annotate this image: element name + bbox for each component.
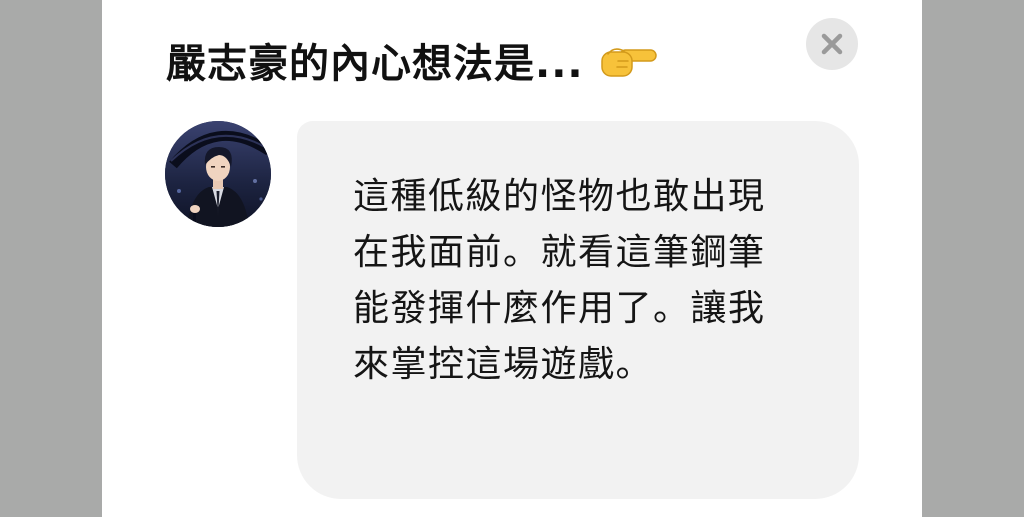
character-avatar-icon bbox=[165, 121, 271, 227]
close-icon bbox=[821, 33, 843, 55]
inner-thoughts-dialog: 嚴志豪的內心想法是... 這種低級的怪物也敢出現在我面前。就看這筆鋼筆能發揮什麼… bbox=[102, 0, 922, 517]
close-button[interactable] bbox=[806, 18, 858, 70]
character-avatar bbox=[165, 121, 271, 227]
thought-bubble: 這種低級的怪物也敢出現在我面前。就看這筆鋼筆能發揮什麼作用了。讓我來掌控這場遊戲… bbox=[297, 121, 859, 499]
thought-message: 這種低級的怪物也敢出現在我面前。就看這筆鋼筆能發揮什麼作用了。讓我來掌控這場遊戲… bbox=[353, 176, 766, 385]
dialog-title: 嚴志豪的內心想法是... bbox=[166, 41, 584, 87]
pointing-right-hand-icon bbox=[598, 42, 658, 78]
dialog-header: 嚴志豪的內心想法是... bbox=[166, 30, 658, 90]
